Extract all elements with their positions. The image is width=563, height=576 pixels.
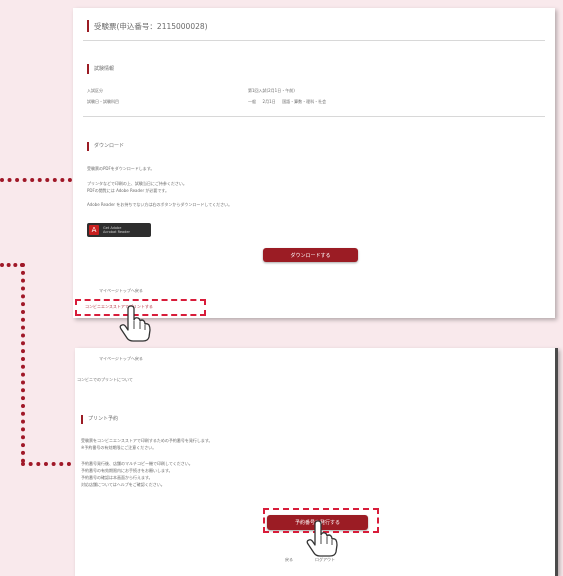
back-button[interactable]: 戻る [285,558,293,562]
section-accent-bar [87,64,89,74]
info-value-exam-type: 第1回入試(2月1日・午前) [248,88,295,93]
download-text-line: Adobe Reader をお持ちでない方は右のボタンからダウンロードしてくださ… [87,202,233,207]
connector-line [21,263,25,463]
adobe-icon: A [89,225,99,235]
print-text-line: 受験票をコンビニエンスストアで印刷するための予約番号を発行します。 [81,438,213,443]
pointer-hand-icon [119,305,151,342]
print-text-line: ※予約番号の有効期限にご注意ください。 [81,445,157,450]
print-text-line: 予約番号の有効期限内にお手続きをお願いします。 [81,468,173,473]
connector-line [0,178,72,182]
info-label-exam-date: 試験日・試験科目 [87,99,119,104]
convenience-print-note: コンビニでのプリントについて [77,377,133,382]
adobe-reader-download-button[interactable]: A Get Adobe Acrobat Reader [87,223,151,237]
download-text-line: プリンタなどで印刷の上、試験当日にご持参ください。 [87,181,187,186]
divider [83,40,545,41]
page-title: 受験票(申込番号：2115000028) [94,22,208,31]
download-text-line: PDFの閲覧には Adobe Reader が必要です。 [87,188,170,193]
section-accent-bar [81,415,83,424]
info-label-exam-type: 入試区分 [87,88,103,93]
info-value-exam-date: 一般 2月1日 国語・算数・理科・社会 [248,99,327,104]
print-text-line: 予約番号の確認は本画面から行えます。 [81,475,153,480]
print-section-title: プリント予約 [88,416,119,422]
section-accent-bar [87,142,89,151]
info-section-title: 試験情報 [94,66,115,72]
adobe-label: Acrobat Reader [103,230,130,234]
ticket-panel: 受験票(申込番号：2115000028) 試験情報 入試区分 第1回入試(2月1… [73,8,555,318]
connector-line [21,462,71,466]
header-accent-bar [87,20,89,32]
download-section-title: ダウンロード [94,143,125,149]
back-to-mypage-link[interactable]: マイページトップへ戻る [99,357,143,361]
download-button[interactable]: ダウンロードする [263,248,358,262]
pointer-hand-icon [306,520,338,557]
print-text-line: 対応店舗についてはヘルプをご確認ください。 [81,482,165,487]
back-to-mypage-link[interactable]: マイページトップへ戻る [99,289,143,293]
divider [83,116,545,117]
print-text-line: 予約番号発行後、店舗のマルチコピー機で印刷してください。 [81,461,193,466]
logout-button[interactable]: ログアウト [315,558,335,562]
download-text-line: 受験票のPDFをダウンロードします。 [87,166,155,171]
